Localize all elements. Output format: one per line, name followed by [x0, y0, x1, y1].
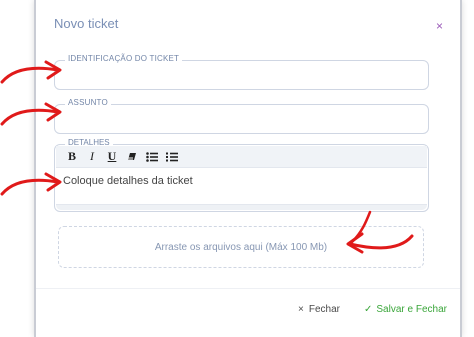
- bold-icon[interactable]: B: [62, 148, 82, 166]
- save-button-label: Salvar e Fechar: [376, 304, 447, 315]
- screen: Novo ticket × IDENTIFICAÇÃO DO TICKET AS…: [0, 0, 474, 337]
- bulleted-list-icon[interactable]: [142, 148, 162, 166]
- ticket-identification-field[interactable]: IDENTIFICAÇÃO DO TICKET: [54, 54, 429, 90]
- details-text[interactable]: Coloque detalhes da ticket: [63, 175, 193, 187]
- dropzone-text: Arraste os arquivos aqui (Máx 100 Mb): [154, 241, 328, 253]
- eraser-icon[interactable]: [122, 148, 142, 166]
- italic-icon[interactable]: I: [82, 148, 102, 166]
- numbered-list-icon[interactable]: [162, 148, 182, 166]
- underline-icon[interactable]: U: [102, 148, 122, 166]
- subject-field[interactable]: ASSUNTO: [54, 98, 429, 134]
- close-button-label: Fechar: [308, 304, 340, 315]
- subject-input[interactable]: [63, 111, 413, 129]
- close-icon[interactable]: ×: [436, 20, 443, 32]
- ticket-identification-label: IDENTIFICAÇÃO DO TICKET: [65, 54, 183, 63]
- close-button[interactable]: × Fechar: [298, 304, 340, 315]
- save-and-close-button[interactable]: ✓ Salvar e Fechar: [364, 304, 447, 315]
- editor-toolbar: B I U: [56, 146, 427, 168]
- editor-resize-bar: [56, 204, 427, 210]
- new-ticket-modal: Novo ticket × IDENTIFICAÇÃO DO TICKET AS…: [34, 0, 462, 337]
- file-dropzone[interactable]: Arraste os arquivos aqui (Máx 100 Mb): [58, 226, 424, 268]
- footer-divider: [36, 288, 460, 289]
- close-icon: ×: [298, 304, 304, 315]
- check-icon: ✓: [364, 304, 373, 315]
- modal-title: Novo ticket: [54, 16, 119, 31]
- details-editor[interactable]: DETALHES B I U Coloque detalhes da ticke…: [54, 138, 429, 212]
- backdrop: [0, 0, 34, 337]
- subject-label: ASSUNTO: [65, 98, 111, 107]
- ticket-identification-input[interactable]: [63, 67, 413, 85]
